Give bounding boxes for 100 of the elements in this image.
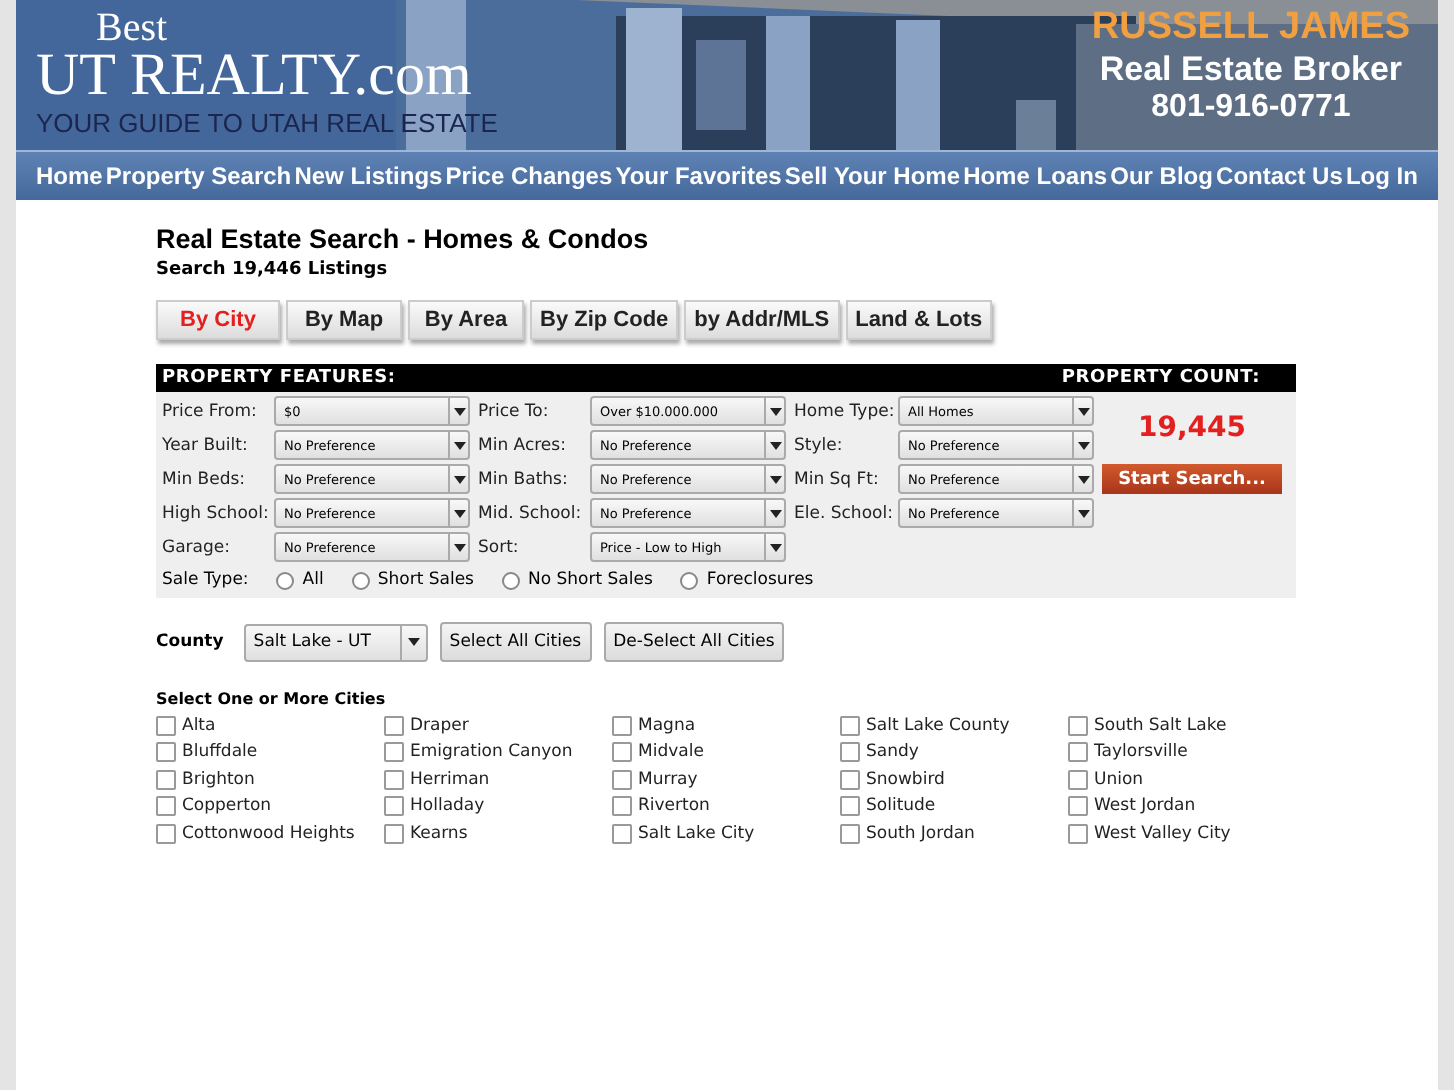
nav-link[interactable]: Your Favorites bbox=[615, 162, 782, 190]
city-select-button[interactable]: Select All Cities bbox=[439, 622, 592, 662]
agent-title: Real Estate Broker bbox=[1099, 50, 1403, 90]
checkbox[interactable] bbox=[156, 715, 176, 736]
city-label: Midvale bbox=[638, 742, 704, 763]
checkbox[interactable] bbox=[612, 742, 632, 763]
dropdown-arrow-icon bbox=[453, 407, 465, 415]
checkbox[interactable] bbox=[612, 715, 632, 736]
nav-link[interactable]: Property Search bbox=[105, 162, 292, 190]
property-count: 19,445 bbox=[1137, 412, 1247, 444]
city-label: Solitude bbox=[866, 796, 936, 817]
nav-link[interactable]: Sell Your Home bbox=[784, 162, 960, 190]
field-label: Ele. School: bbox=[794, 503, 890, 523]
field-label: Garage: bbox=[162, 537, 232, 557]
radio-button[interactable] bbox=[276, 571, 295, 589]
checkbox[interactable] bbox=[612, 796, 632, 817]
city-label: Magna bbox=[638, 715, 696, 736]
dropdown-arrow-icon bbox=[1077, 509, 1089, 517]
city-select-button[interactable]: De-Select All Cities bbox=[603, 622, 785, 662]
checkbox[interactable] bbox=[1068, 769, 1088, 790]
county-dropdown[interactable]: Salt Lake - UT bbox=[243, 623, 428, 661]
search-tab[interactable]: Land & Lots bbox=[845, 300, 993, 340]
checkbox[interactable] bbox=[840, 823, 860, 844]
radio-label: Foreclosures bbox=[706, 570, 814, 590]
checkbox[interactable] bbox=[384, 715, 404, 736]
radio-button[interactable] bbox=[351, 571, 370, 589]
radio-label: No Short Sales bbox=[527, 570, 653, 590]
dropdown-arrow-icon bbox=[769, 407, 781, 415]
field-label: County bbox=[156, 632, 224, 652]
logo-text: UT REALTY.com bbox=[36, 48, 472, 104]
dropdown-arrow-icon bbox=[453, 441, 465, 449]
search-tab[interactable]: By City bbox=[156, 300, 280, 340]
nav-link[interactable]: Our Blog bbox=[1110, 162, 1213, 190]
nav-link[interactable]: New Listings bbox=[294, 162, 443, 190]
agent-phone: 801-916-0771 bbox=[1151, 90, 1351, 126]
search-tab[interactable]: By Area bbox=[408, 300, 524, 340]
nav-link[interactable]: Price Changes bbox=[445, 162, 613, 190]
city-label: Salt Lake City bbox=[638, 823, 755, 844]
dropdown-arrow-icon bbox=[1077, 441, 1089, 449]
city-label: Emigration Canyon bbox=[410, 742, 573, 763]
field-label: Min Sq Ft: bbox=[794, 469, 881, 489]
city-label: Herriman bbox=[410, 769, 490, 790]
checkbox[interactable] bbox=[156, 769, 176, 790]
city-label: Kearns bbox=[410, 823, 468, 844]
checkbox[interactable] bbox=[612, 823, 632, 844]
checkbox[interactable] bbox=[1068, 796, 1088, 817]
field-label: Price From: bbox=[162, 401, 259, 421]
city-label: Salt Lake County bbox=[866, 715, 1010, 736]
start-search-button[interactable]: Start Search... bbox=[1102, 464, 1282, 494]
dropdown-arrow-icon bbox=[1077, 475, 1089, 483]
nav-link[interactable]: Contact Us bbox=[1216, 162, 1343, 190]
checkbox[interactable] bbox=[156, 796, 176, 817]
listing-count: Search 19,446 Listings bbox=[156, 260, 388, 280]
checkbox[interactable] bbox=[1068, 742, 1088, 763]
city-label: Brighton bbox=[182, 769, 255, 790]
city-label: Taylorsville bbox=[1094, 742, 1188, 763]
nav-link[interactable]: Home bbox=[36, 162, 103, 190]
field-label: High School: bbox=[162, 503, 266, 523]
checkbox[interactable] bbox=[840, 796, 860, 817]
tagline: YOUR GUIDE TO UTAH REAL ESTATE bbox=[36, 108, 498, 138]
checkbox[interactable] bbox=[156, 823, 176, 844]
city-label: Murray bbox=[638, 769, 698, 790]
checkbox[interactable] bbox=[384, 742, 404, 763]
checkbox[interactable] bbox=[1068, 715, 1088, 736]
checkbox[interactable] bbox=[840, 742, 860, 763]
field-label: Min Acres: bbox=[478, 435, 568, 455]
city-label: West Valley City bbox=[1094, 823, 1231, 844]
checkbox[interactable] bbox=[1068, 823, 1088, 844]
search-tab[interactable]: By Zip Code bbox=[530, 300, 679, 340]
field-label: Min Baths: bbox=[478, 469, 570, 489]
field-label: Min Beds: bbox=[162, 469, 248, 489]
checkbox[interactable] bbox=[384, 823, 404, 844]
nav-link[interactable]: Home Loans bbox=[963, 162, 1108, 190]
nav-link[interactable]: Log In bbox=[1345, 162, 1418, 190]
checkbox[interactable] bbox=[384, 769, 404, 790]
checkbox[interactable] bbox=[840, 769, 860, 790]
radio-button[interactable] bbox=[680, 571, 699, 589]
city-label: South Jordan bbox=[866, 823, 975, 844]
page-title: Real Estate Search - Homes & Condos bbox=[156, 224, 649, 254]
field-label: Year Built: bbox=[162, 435, 250, 455]
field-label: Style: bbox=[794, 435, 845, 455]
field-label: Price To: bbox=[478, 401, 551, 421]
checkbox[interactable] bbox=[840, 715, 860, 736]
search-tab[interactable]: by Addr/MLS bbox=[684, 300, 840, 340]
dropdown-arrow-icon bbox=[769, 441, 781, 449]
checkbox[interactable] bbox=[156, 742, 176, 763]
checkbox[interactable] bbox=[612, 769, 632, 790]
search-tab[interactable]: By Map bbox=[286, 300, 402, 340]
city-label: Sandy bbox=[866, 742, 919, 763]
city-label: Snowbird bbox=[866, 769, 945, 790]
city-label: South Salt Lake bbox=[1094, 715, 1227, 736]
dropdown-arrow-icon bbox=[769, 475, 781, 483]
city-label: Riverton bbox=[638, 796, 710, 817]
city-label: Bluffdale bbox=[182, 742, 258, 763]
dropdown-arrow-icon bbox=[453, 509, 465, 517]
city-label: Copperton bbox=[182, 796, 272, 817]
city-label: Draper bbox=[410, 715, 469, 736]
checkbox[interactable] bbox=[384, 796, 404, 817]
radio-button[interactable] bbox=[501, 571, 520, 589]
dropdown-arrow-icon bbox=[769, 509, 781, 517]
